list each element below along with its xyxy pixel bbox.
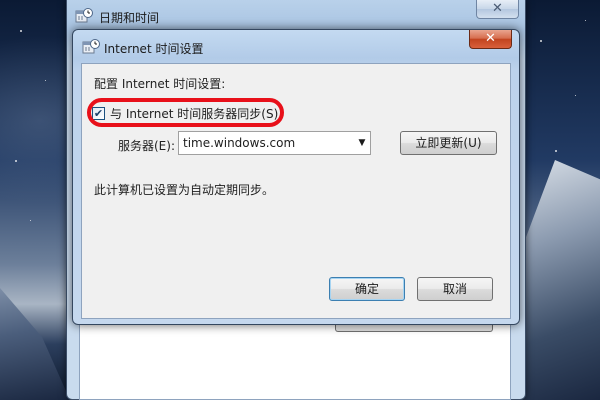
datetime-icon: [82, 38, 100, 56]
ok-button[interactable]: 确定: [329, 277, 405, 301]
dialog-client-area: 配置 Internet 时间设置: ✔ 与 Internet 时间服务器同步(S…: [81, 63, 511, 319]
status-text: 此计算机已设置为自动定期同步。: [94, 183, 275, 197]
section-label: 配置 Internet 时间设置:: [94, 77, 226, 91]
sync-checkbox[interactable]: ✔: [92, 106, 105, 120]
dialog-title: Internet 时间设置: [104, 42, 204, 56]
window-client-area: [79, 320, 511, 400]
window-title: 日期和时间: [99, 11, 160, 25]
update-now-button[interactable]: 立即更新(U): [400, 131, 497, 155]
chevron-down-icon[interactable]: ▼: [354, 138, 370, 148]
sync-checkbox-label[interactable]: 与 Internet 时间服务器同步(S): [110, 105, 278, 122]
close-button[interactable]: ✕: [469, 30, 512, 49]
sync-checkbox-row[interactable]: ✔ 与 Internet 时间服务器同步(S): [92, 102, 278, 124]
close-button[interactable]: ✕: [476, 0, 519, 19]
cancel-button[interactable]: 取消: [417, 277, 493, 301]
server-value[interactable]: time.windows.com: [179, 136, 354, 150]
server-label: 服务器(E):: [118, 139, 175, 153]
server-dropdown[interactable]: time.windows.com ▼: [178, 131, 371, 155]
datetime-icon: [75, 7, 93, 25]
internet-time-dialog: Internet 时间设置 ✕ 配置 Internet 时间设置: ✔ 与 In…: [72, 29, 520, 325]
mountain-left: [0, 288, 70, 400]
